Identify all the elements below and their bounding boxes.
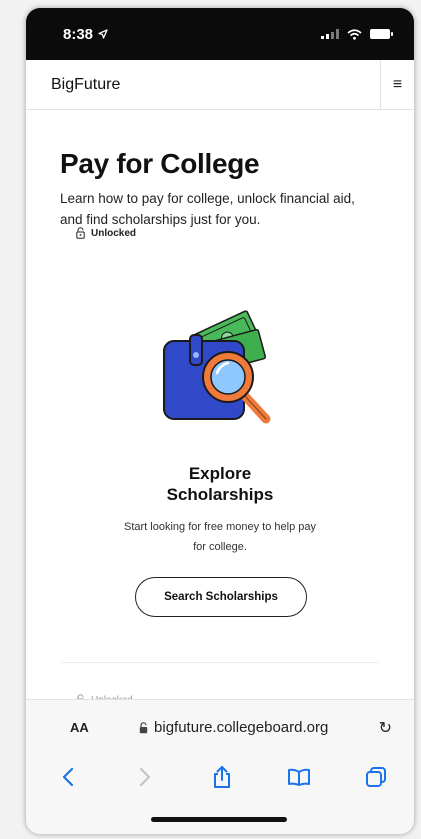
scholarship-card: Unlocked Explore Scholarships Start look… <box>62 227 378 667</box>
battery-icon <box>370 29 393 39</box>
status-time: 8:38 <box>63 25 94 43</box>
signal-icon <box>321 29 339 39</box>
wallet-illustration <box>163 310 271 424</box>
card-divider <box>62 662 378 663</box>
browser-bar: AA bigfuture.collegeboard.org ↻ <box>26 699 414 834</box>
lock-icon <box>76 227 85 239</box>
home-indicator[interactable] <box>151 817 287 822</box>
forward-icon <box>139 767 151 787</box>
page-title: Pay for College <box>60 148 260 179</box>
site-header: BigFuture ≡ <box>26 59 414 110</box>
card-title-line2: Scholarships <box>166 485 274 504</box>
share-button[interactable] <box>206 761 238 793</box>
share-icon <box>214 766 230 788</box>
page-subtitle: Learn how to pay for college, unlock fin… <box>60 191 355 227</box>
status-bar: 8:38 <box>26 8 414 60</box>
menu-button[interactable]: ≡ <box>380 59 414 110</box>
back-icon <box>62 767 74 787</box>
menu-icon: ≡ <box>392 75 403 93</box>
url-text: bigfuture.collegeboard.org <box>154 719 329 736</box>
card-description: Start looking for free money to help pay… <box>124 521 316 553</box>
card-title: Explore Scholarships <box>62 463 378 505</box>
text-size-button[interactable]: AA <box>70 720 89 735</box>
url-row: AA bigfuture.collegeboard.org ↻ <box>26 700 414 755</box>
status-left: 8:38 <box>63 26 108 43</box>
site-brand[interactable]: BigFuture <box>51 76 120 94</box>
search-scholarships-button[interactable]: Search Scholarships <box>135 577 307 617</box>
bookmarks-button[interactable] <box>283 761 315 793</box>
status-right <box>321 28 393 40</box>
back-button[interactable] <box>52 761 84 793</box>
address-bar[interactable]: bigfuture.collegeboard.org <box>139 719 328 736</box>
tabs-icon <box>366 767 386 787</box>
bookmarks-icon <box>288 768 310 786</box>
browser-toolbar <box>26 755 414 799</box>
lock-icon <box>139 721 148 733</box>
wifi-icon <box>347 28 362 40</box>
reload-icon[interactable]: ↻ <box>379 718 392 738</box>
forward-button[interactable] <box>129 761 161 793</box>
location-arrow-icon <box>98 29 108 39</box>
main-content: Pay for College Learn how to pay for col… <box>26 148 414 230</box>
phone-screen: 8:38 BigFuture ≡ Pay for College Learn h… <box>26 8 414 834</box>
tabs-button[interactable] <box>360 761 392 793</box>
unlocked-label: Unlocked <box>91 227 137 239</box>
card-title-line1: Explore <box>188 464 252 483</box>
unlocked-badge: Unlocked <box>76 227 136 239</box>
